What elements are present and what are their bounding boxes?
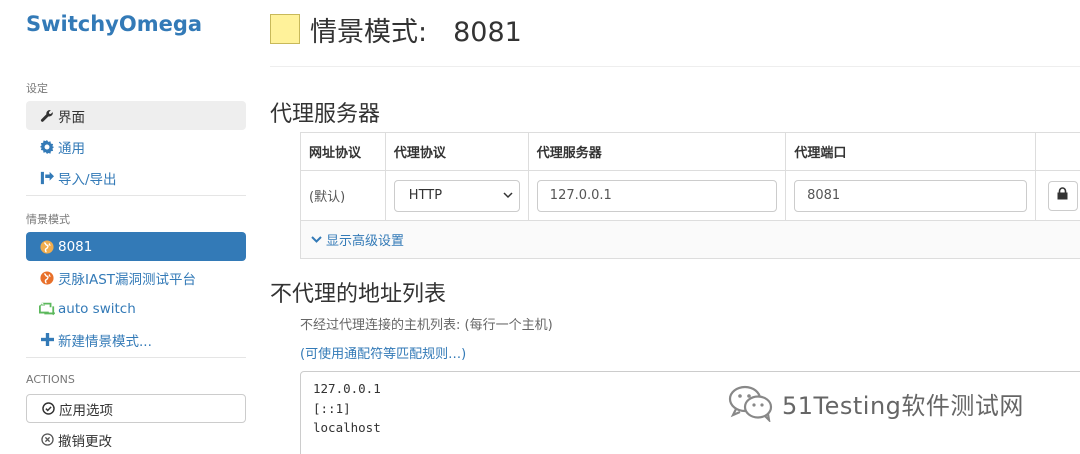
globe-icon (39, 270, 55, 285)
section-label-settings: 设定 (26, 82, 48, 95)
proxy-port-value: 8081 (807, 188, 841, 203)
nav-item-profile-iast[interactable]: 灵脉IAST漏洞测试平台 (26, 263, 246, 292)
check-circle-icon (40, 402, 56, 415)
apply-options-button[interactable]: 应用选项 (26, 394, 246, 423)
profile-name: 8081 (453, 16, 522, 48)
plus-icon (39, 333, 55, 346)
advanced-settings-label: 显示高级设置 (326, 234, 405, 249)
auth-cell (1036, 171, 1080, 220)
nav-item-label: 界面 (58, 109, 85, 126)
proxy-server-input[interactable]: 127.0.0.1 (536, 179, 777, 212)
chevron-down-icon (311, 235, 322, 244)
column-header: 代理端口 (786, 133, 1037, 170)
section-label-profiles: 情景模式 (26, 213, 70, 226)
scheme-value: (默认) (309, 190, 346, 205)
divider (26, 357, 246, 358)
protocol-cell: HTTP (386, 171, 529, 220)
nav-item-interface[interactable]: 界面 (26, 101, 246, 130)
proxy-section-heading: 代理服务器 (270, 102, 381, 127)
globe-icon (39, 239, 55, 254)
proxy-server-value: 127.0.0.1 (549, 188, 612, 203)
column-header-empty (1036, 133, 1080, 170)
nav-item-label: 通用 (58, 140, 85, 157)
section-label-actions: ACTIONS (26, 373, 75, 386)
watermark: 51Testing软件测试网 (728, 384, 1024, 424)
bypass-help-text: 不经过代理连接的主机列表: (每行一个主机) (300, 318, 553, 333)
port-cell: 8081 (786, 171, 1037, 220)
nav-item-auto-switch[interactable]: auto switch (26, 294, 246, 323)
wildcard-rules-link[interactable]: (可使用通配符等匹配规则…) (300, 343, 466, 362)
proxy-port-input[interactable]: 8081 (794, 179, 1028, 212)
nav-item-label: 8081 (58, 238, 93, 255)
chevron-down-icon (503, 188, 513, 203)
nav-item-import-export[interactable]: 导入/导出 (26, 163, 246, 192)
discard-changes-label: 撤销更改 (58, 433, 112, 450)
bypass-section-heading: 不代理的地址列表 (270, 282, 447, 307)
app-title: SwitchyOmega (26, 12, 203, 36)
nav-item-profile-8081[interactable]: 8081 (26, 232, 246, 261)
nav-item-label: 灵脉IAST漏洞测试平台 (58, 271, 197, 288)
column-header: 网址协议 (301, 133, 386, 170)
nav-item-general[interactable]: 通用 (26, 132, 246, 161)
header-divider (270, 66, 1080, 67)
page-title: 情景模式: 8081 (310, 10, 522, 49)
column-header: 代理服务器 (529, 133, 787, 170)
nav-item-label: auto switch (58, 300, 136, 317)
wechat-logo-icon (728, 384, 774, 424)
nav-item-new-profile[interactable]: 新建情景模式... (26, 325, 246, 354)
page-title-label: 情景模式: (310, 16, 428, 48)
discard-changes-button[interactable]: 撤销更改 (26, 425, 246, 454)
watermark-text: 51Testing软件测试网 (782, 391, 1024, 420)
nav-item-label: 新建情景模式... (58, 333, 152, 350)
profile-color-swatch[interactable] (270, 14, 300, 44)
auth-lock-button[interactable] (1047, 180, 1078, 211)
protocol-select[interactable]: HTTP (393, 179, 520, 212)
table-header-row: 网址协议 代理协议 代理服务器 代理端口 (301, 133, 1080, 171)
server-cell: 127.0.0.1 (529, 171, 787, 220)
column-header: 代理协议 (386, 133, 529, 170)
page-header: 情景模式: 8081 (270, 10, 522, 49)
import-export-icon (39, 171, 55, 185)
nav-item-label: 导入/导出 (58, 171, 117, 188)
wrench-icon (39, 109, 55, 123)
proxy-table: 网址协议 代理协议 代理服务器 代理端口 (默认) HTTP 127.0.0.1 (300, 132, 1080, 259)
lock-icon (1057, 187, 1068, 204)
advanced-settings-toggle[interactable]: 显示高级设置 (301, 221, 1080, 258)
divider (26, 195, 246, 196)
scheme-cell: (默认) (301, 171, 386, 220)
sidebar: SwitchyOmega 设定 界面 通用 导入/导出 情景模式 8081 灵脉… (0, 0, 258, 454)
x-circle-icon (39, 433, 55, 446)
protocol-value: HTTP (408, 188, 443, 203)
apply-options-label: 应用选项 (59, 402, 113, 419)
retweet-icon (39, 302, 55, 316)
gear-icon (39, 139, 55, 154)
table-row: (默认) HTTP 127.0.0.1 8081 (301, 171, 1080, 221)
